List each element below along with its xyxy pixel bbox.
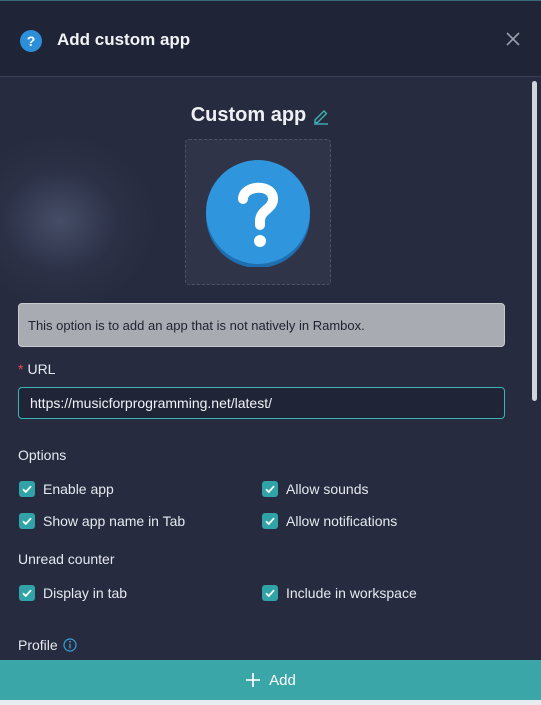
checkbox-checked-icon — [262, 481, 278, 497]
dialog-title: Add custom app — [57, 30, 191, 49]
info-icon[interactable] — [63, 638, 77, 652]
checkbox-allow-notifications[interactable]: Allow notifications — [262, 513, 397, 529]
options-label: Options — [18, 447, 67, 463]
dialog-header: ? Add custom app — [0, 1, 541, 77]
checkbox-show-app-name[interactable]: Show app name in Tab — [19, 513, 185, 529]
checkbox-checked-icon — [19, 513, 35, 529]
checkbox-include-in-workspace[interactable]: Include in workspace — [262, 585, 417, 601]
app-logo-dropzone[interactable] — [185, 139, 331, 285]
checkbox-label: Display in tab — [43, 585, 128, 601]
add-button-label: Add — [269, 671, 296, 689]
checkbox-checked-icon — [19, 481, 35, 497]
close-icon[interactable] — [505, 31, 521, 47]
question-mark-icon — [206, 160, 310, 267]
checkbox-checked-icon — [19, 585, 35, 601]
checkbox-label: Allow sounds — [286, 481, 369, 497]
app-name: Custom app — [190, 104, 307, 126]
url-input[interactable] — [18, 387, 505, 419]
add-custom-app-dialog: ? Add custom app Custom app This option … — [0, 0, 541, 700]
plus-icon — [246, 673, 261, 687]
checkbox-label: Show app name in Tab — [43, 513, 186, 529]
checkbox-label: Enable app — [43, 481, 114, 497]
checkbox-checked-icon — [262, 513, 278, 529]
checkbox-display-in-tab[interactable]: Display in tab — [19, 585, 127, 601]
profile-row: Profile — [18, 637, 77, 653]
add-button[interactable]: Add — [0, 660, 541, 700]
unread-counter-label: Unread counter — [18, 551, 115, 567]
required-mark: * — [18, 361, 24, 377]
url-label: * URL — [18, 361, 55, 377]
checkbox-label: Include in workspace — [286, 585, 417, 601]
pencil-icon[interactable] — [312, 107, 330, 125]
help-circle-icon: ? — [20, 30, 42, 52]
background-glow — [0, 131, 160, 311]
scrollbar-thumb[interactable] — [532, 81, 537, 401]
checkbox-allow-sounds[interactable]: Allow sounds — [262, 481, 369, 497]
info-message: This option is to add an app that is not… — [18, 303, 505, 347]
checkbox-checked-icon — [262, 585, 278, 601]
app-title-row: Custom app — [0, 104, 521, 127]
checkbox-label: Allow notifications — [286, 513, 398, 529]
profile-label: Profile — [18, 637, 58, 653]
checkbox-enable-app[interactable]: Enable app — [19, 481, 114, 497]
url-label-text: URL — [27, 361, 56, 377]
